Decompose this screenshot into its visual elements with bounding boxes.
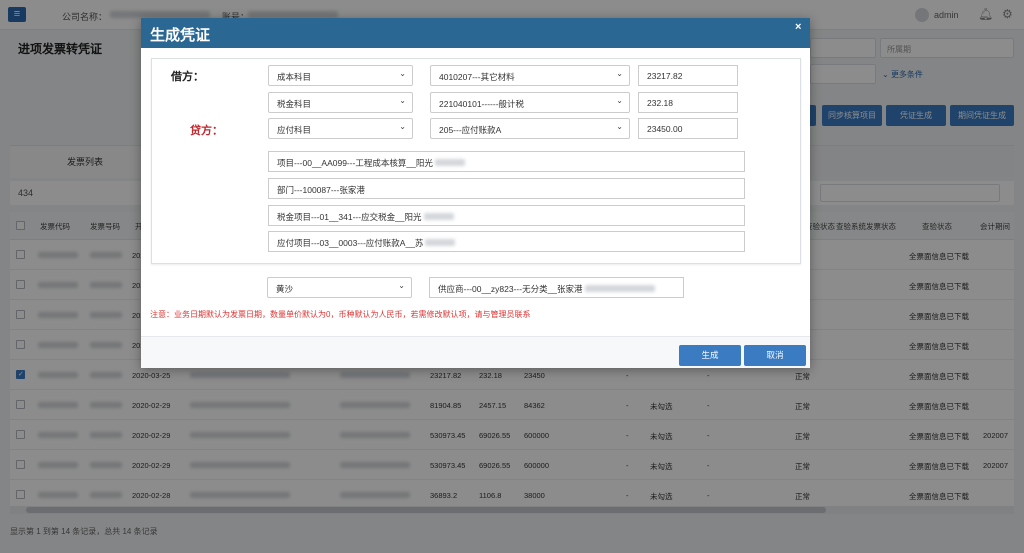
dialog-title: 生成凭证	[150, 27, 211, 44]
credit-payable-account-select[interactable]: 205---应付账款A ⌄	[430, 118, 630, 139]
chevron-down-icon: ⌄	[616, 122, 623, 131]
chevron-down-icon: ⌄	[398, 281, 405, 290]
notice-text: 注意：业务日期默认为发票日期，数量单价默认为0，币种默认为人民币，若需修改默认项…	[150, 310, 531, 319]
close-icon[interactable]: ×	[795, 21, 801, 33]
tax-project-item-field[interactable]: 税金项目---01__341---应交税金__阳光	[268, 205, 745, 226]
chevron-down-icon: ⌄	[616, 69, 623, 78]
generate-voucher-dialog: 生成凭证 × 借方： 贷方： 成本科目 ⌄ 4010207---其它材料 ⌄ 232…	[141, 18, 810, 368]
chevron-down-icon: ⌄	[399, 69, 406, 78]
supplier-field[interactable]: 供应商---00__zy823---无分类__张家港	[429, 277, 684, 298]
debit-cost-account-select[interactable]: 4010207---其它材料 ⌄	[430, 65, 630, 86]
material-select[interactable]: 黄沙 ⌄	[267, 277, 412, 298]
chevron-down-icon: ⌄	[399, 122, 406, 131]
credit-label: 贷方：	[190, 125, 223, 137]
redacted-text	[434, 159, 465, 166]
project-item-field[interactable]: 项目---00__AA099---工程成本核算__阳光	[268, 151, 745, 172]
debit-tax-account-select[interactable]: 221040101------般计税 ⌄	[430, 92, 630, 113]
debit-cost-amount-input[interactable]: 23217.82	[638, 65, 738, 86]
chevron-down-icon: ⌄	[399, 96, 406, 105]
department-item-field[interactable]: 部门---100087---张家港	[268, 178, 745, 199]
voucher-entries-panel: 借方： 贷方： 成本科目 ⌄ 4010207---其它材料 ⌄ 23217.82 税…	[151, 58, 801, 264]
redacted-text	[423, 213, 454, 220]
credit-payable-amount-input[interactable]: 23450.00	[638, 118, 738, 139]
redacted-text	[425, 239, 456, 246]
debit-cost-type-select[interactable]: 成本科目 ⌄	[268, 65, 413, 86]
debit-tax-type-select[interactable]: 税金科目 ⌄	[268, 92, 413, 113]
debit-label: 借方：	[171, 71, 204, 83]
debit-tax-amount-input[interactable]: 232.18	[638, 92, 738, 113]
credit-payable-type-select[interactable]: 应付科目 ⌄	[268, 118, 413, 139]
generate-button[interactable]: 生成	[679, 345, 741, 366]
payable-item-field[interactable]: 应付项目---03__0003---应付账款A__苏	[268, 231, 745, 252]
redacted-text	[584, 285, 655, 292]
chevron-down-icon: ⌄	[616, 96, 623, 105]
dialog-footer: 生成 取消	[141, 336, 810, 368]
dialog-header: 生成凭证 ×	[141, 18, 810, 48]
cancel-button[interactable]: 取消	[744, 345, 806, 366]
